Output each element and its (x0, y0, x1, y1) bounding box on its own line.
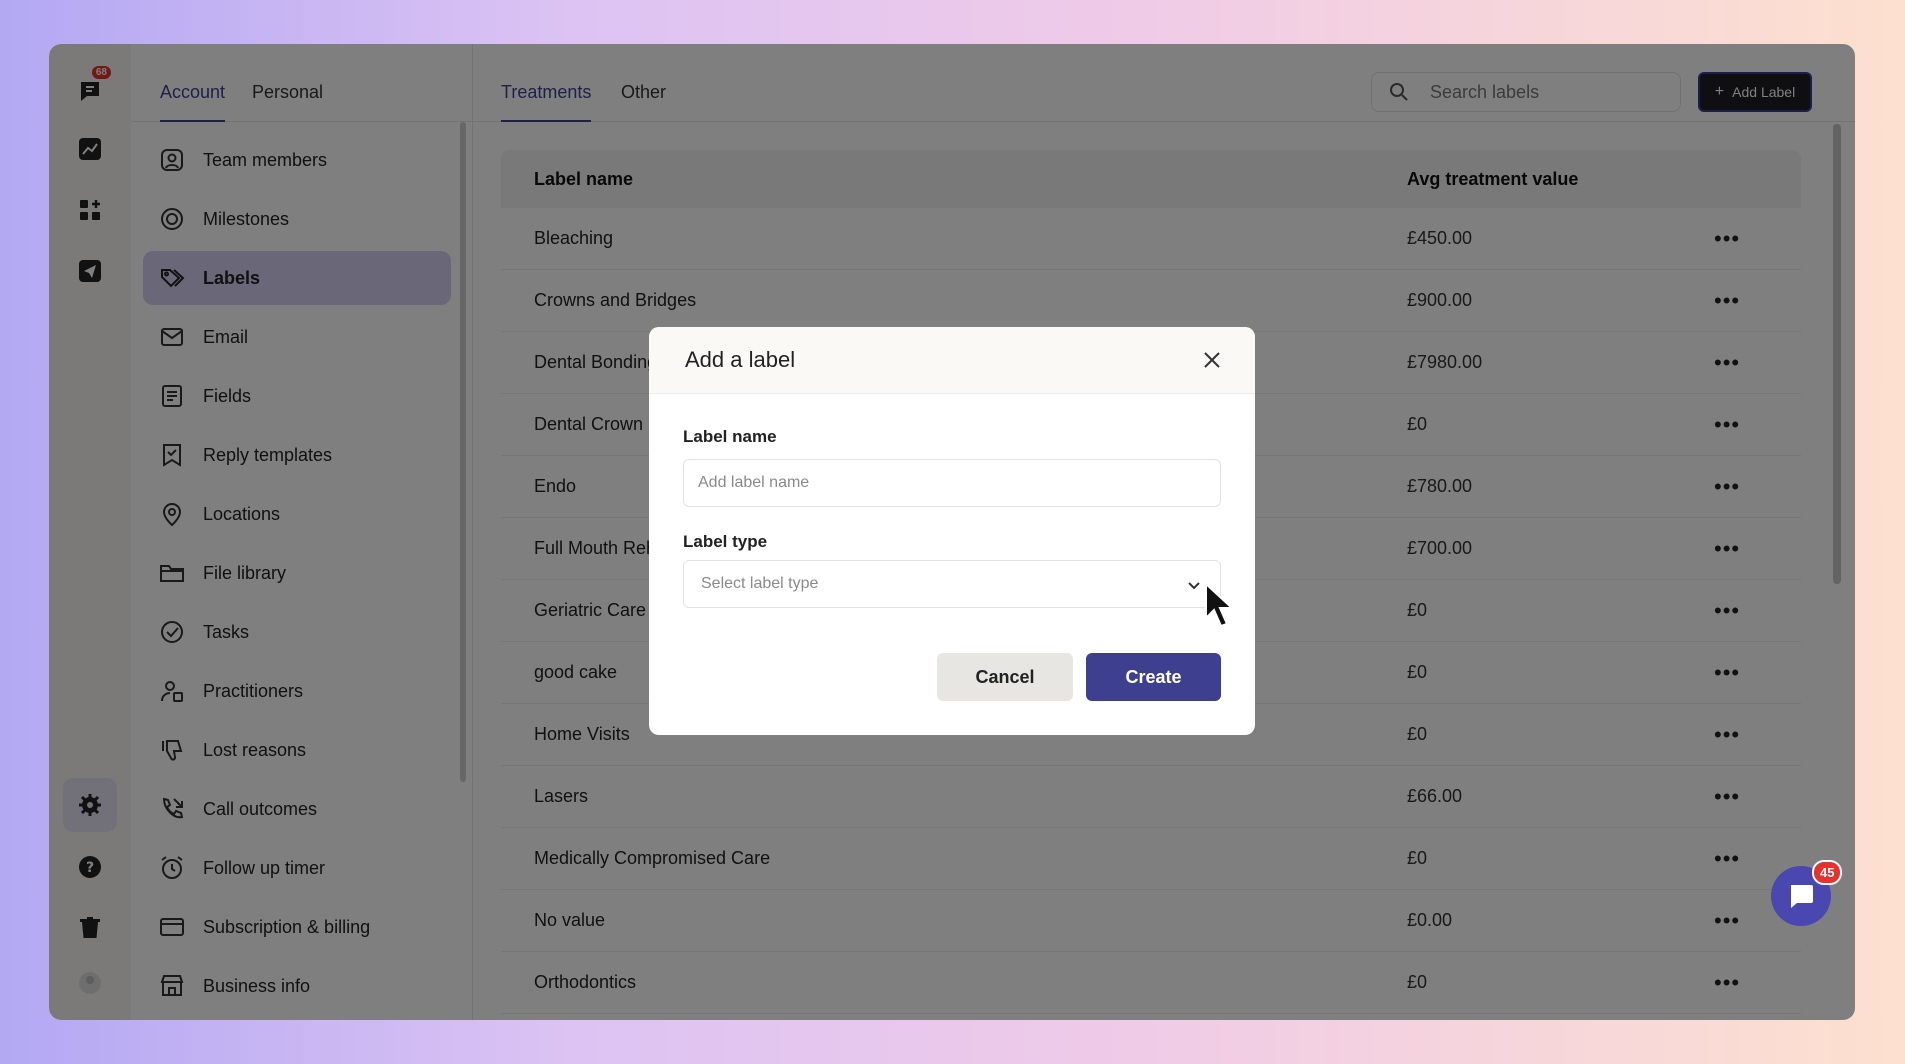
add-label-modal: Add a label Label name Add label name La… (649, 327, 1255, 735)
close-icon[interactable] (1203, 351, 1221, 369)
label-type-placeholder: Select label type (701, 575, 819, 592)
create-button[interactable]: Create (1086, 653, 1221, 701)
label-name-input[interactable]: Add label name (683, 459, 1221, 507)
label-name-placeholder: Add label name (698, 474, 810, 491)
mouse-cursor-icon (1205, 582, 1235, 628)
modal-header: Add a label (649, 327, 1255, 394)
cancel-button[interactable]: Cancel (937, 653, 1073, 701)
chat-icon (1791, 885, 1813, 908)
chevron-down-icon (1188, 582, 1200, 590)
label-type-label: Label type (683, 532, 768, 551)
label-type-select[interactable]: Select label type (683, 560, 1221, 608)
modal-title: Add a label (685, 347, 796, 372)
label-name-label: Label name (683, 427, 777, 446)
chat-badge: 45 (1812, 860, 1843, 885)
